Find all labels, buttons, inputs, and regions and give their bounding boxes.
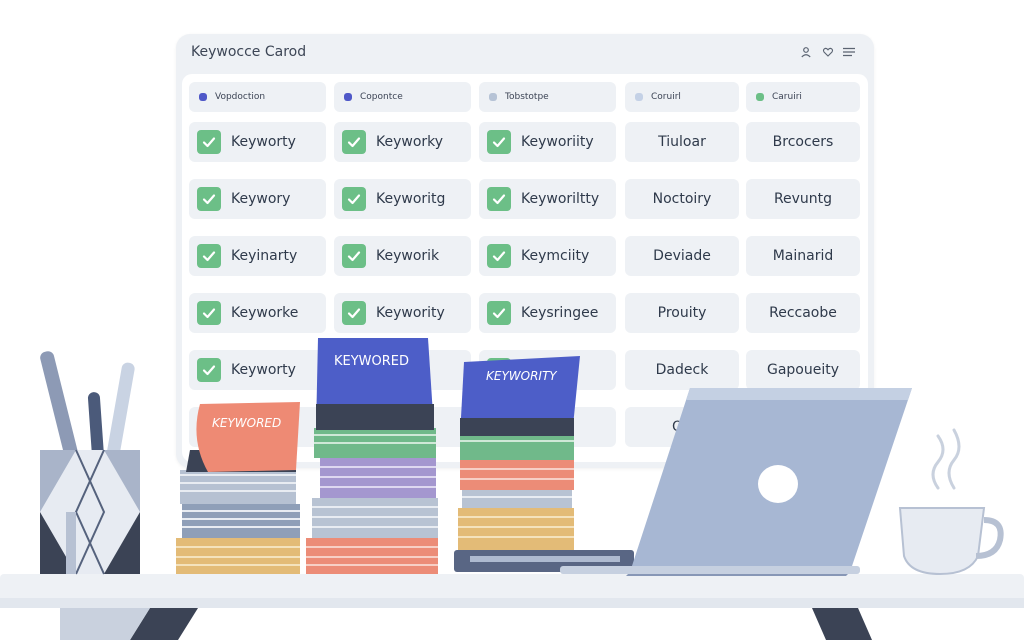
laptop-icon [560,388,912,576]
book-stack-right [454,434,634,572]
pencil-holder-icon [40,351,140,575]
card-blue-label: KEYWORED [334,354,409,369]
desk-edge [0,598,1024,608]
illustration-scene: Keywocce Carod Vopdoction Copontce Tobstot… [0,0,1024,640]
desk-leg-right [812,608,872,640]
coffee-cup-icon [898,428,1004,576]
keyword-card-purple: KEYWORITY [460,356,580,436]
desk-scene: KEYWORED KEYWORED KEYWORITY [0,338,1024,640]
book-stack-middle [306,428,438,574]
card-purple-label: KEYWORITY [486,369,558,383]
card-orange-label: KEYWORED [212,416,281,430]
keyword-card-blue: KEYWORED [316,338,434,430]
keyword-card-orange: KEYWORED [196,402,300,472]
laptop-logo-icon [758,465,798,503]
